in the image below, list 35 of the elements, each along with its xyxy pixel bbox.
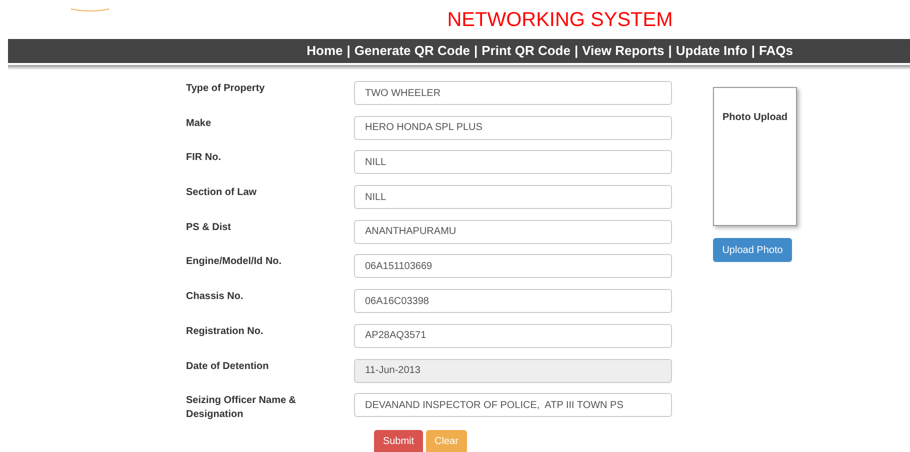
nav-separator: | <box>668 42 672 60</box>
input-field[interactable]: NILL <box>354 150 672 174</box>
nav-separator: | <box>751 42 756 60</box>
nav-link[interactable]: FAQs <box>759 41 793 61</box>
nav-separator: | <box>574 42 578 60</box>
input-field[interactable]: NILL <box>354 185 672 210</box>
nav-separator: | <box>346 42 350 60</box>
page-title: NETWORKING SYSTEM <box>447 8 673 32</box>
upload-photo-button[interactable]: Upload Photo <box>713 238 792 262</box>
logo-icon <box>70 8 110 13</box>
nav-link[interactable]: View Reports <box>582 41 664 61</box>
input-field[interactable]: 06A16C03398 <box>354 289 672 314</box>
nav-link[interactable]: Update Info <box>676 41 748 61</box>
nav-link[interactable]: Print QR Code <box>482 41 570 61</box>
field-label: Engine/Model/Id No. <box>186 255 283 270</box>
input-field[interactable]: DEVANAND INSPECTOR OF POLICE, ATP III TOWN PS <box>354 393 672 418</box>
field-label: Type of Property <box>186 82 266 96</box>
photo-label: Photo Upload <box>722 111 788 123</box>
nav-link[interactable]: Generate QR Code <box>354 41 470 61</box>
field-label: Seizing Officer Name & Designation <box>186 394 298 422</box>
input-field[interactable]: ANANTHAPURAMU <box>354 220 672 244</box>
field-label: Registration No. <box>186 324 264 339</box>
field-label: Make <box>186 116 212 131</box>
field-label: Section of Law <box>186 186 258 200</box>
input-field[interactable]: AP28AQ3571 <box>354 324 672 348</box>
input-field[interactable]: TWO WHEELER <box>354 81 672 105</box>
field-label: PS & Dist <box>186 220 232 235</box>
input-field[interactable]: 06A151103669 <box>354 254 672 278</box>
field-label: Chassis No. <box>186 290 244 304</box>
field-label: FIR No. <box>186 151 222 166</box>
field-label: Date of Detention <box>186 360 270 374</box>
nav-link[interactable]: Home <box>306 41 343 61</box>
submit-button[interactable]: Submit <box>374 430 423 452</box>
nav-separator: | <box>474 42 478 60</box>
input-field[interactable]: HERO HONDA SPL PLUS <box>354 116 672 140</box>
